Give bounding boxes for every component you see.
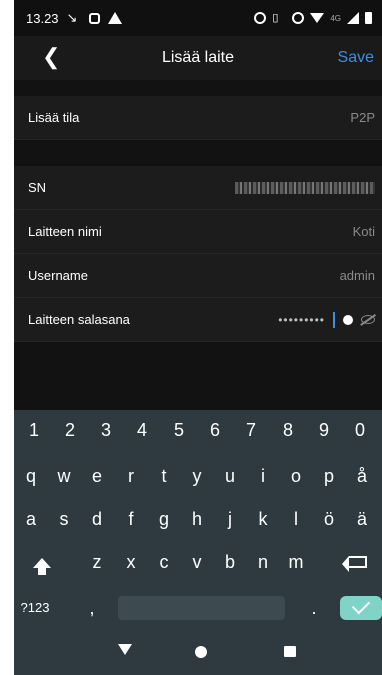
key-4[interactable]: 4	[126, 412, 158, 448]
add-mode-row[interactable]: Lisää tila P2P	[14, 96, 382, 140]
key-l[interactable]: l	[280, 501, 312, 537]
key-auml[interactable]: ä	[346, 501, 378, 537]
phone-screen: 13.23 ↘ ▯ 4G ❮ Lisää laite Save Lisää ti…	[14, 0, 382, 675]
key-7[interactable]: 7	[235, 412, 267, 448]
key-j[interactable]: j	[214, 501, 246, 537]
system-nav-bar	[14, 630, 382, 675]
comma-key[interactable]: ,	[76, 590, 108, 626]
key-u[interactable]: u	[214, 458, 246, 494]
password-label: Laitteen salasana	[28, 312, 130, 327]
username-row[interactable]: Username admin	[14, 254, 382, 298]
key-n[interactable]: n	[247, 544, 279, 580]
password-mask: •••••••••	[278, 312, 325, 327]
key-m[interactable]: m	[280, 544, 312, 580]
app-header: ❮ Lisää laite Save	[14, 36, 382, 80]
key-2[interactable]: 2	[54, 412, 86, 448]
sn-value-redacted	[235, 181, 375, 194]
key-5[interactable]: 5	[163, 412, 195, 448]
save-button[interactable]: Save	[338, 49, 374, 67]
text-cursor	[333, 311, 335, 328]
key-s[interactable]: s	[48, 501, 80, 537]
sn-row[interactable]: SN	[14, 166, 382, 210]
period-key[interactable]: .	[298, 590, 330, 626]
key-aring[interactable]: å	[346, 458, 378, 494]
symbols-key[interactable]: ?123	[16, 590, 54, 626]
key-d[interactable]: d	[81, 501, 113, 537]
status-time: 13.23	[26, 10, 59, 26]
status-bar: 13.23 ↘ ▯ 4G	[14, 0, 382, 36]
key-a[interactable]: a	[15, 501, 47, 537]
bottom-row: ?123 , .	[14, 590, 382, 626]
page-title: Lisää laite	[161, 49, 235, 66]
key-p[interactable]: p	[313, 458, 345, 494]
vibrate-icon: ▯	[272, 12, 279, 24]
nav-back-icon[interactable]	[118, 644, 132, 655]
key-k[interactable]: k	[247, 501, 279, 537]
key-h[interactable]: h	[181, 501, 213, 537]
key-x[interactable]: x	[115, 544, 147, 580]
key-w[interactable]: w	[48, 458, 80, 494]
shift-key[interactable]	[26, 544, 58, 580]
space-key[interactable]	[118, 596, 285, 620]
username-label: Username	[28, 268, 88, 283]
key-ouml[interactable]: ö	[313, 501, 345, 537]
alarm-icon	[254, 12, 267, 24]
network-type: 4G	[330, 13, 341, 23]
device-name-field[interactable]: Koti	[353, 224, 375, 239]
key-o[interactable]: o	[280, 458, 312, 494]
number-row: 1 2 3 4 5 6 7 8 9 0	[14, 412, 382, 448]
key-g[interactable]: g	[148, 501, 180, 537]
add-mode-value: P2P	[350, 110, 375, 125]
enter-key[interactable]	[340, 595, 382, 620]
key-r[interactable]: r	[115, 458, 147, 494]
add-mode-label: Lisää tila	[28, 110, 80, 125]
backspace-key[interactable]	[342, 544, 374, 580]
key-v[interactable]: v	[181, 544, 213, 580]
sn-label: SN	[28, 180, 47, 195]
key-c[interactable]: c	[148, 544, 180, 580]
key-b[interactable]: b	[214, 544, 246, 580]
backspace-icon	[342, 556, 367, 572]
key-i[interactable]: i	[247, 458, 279, 494]
nav-recents-icon[interactable]	[284, 646, 296, 657]
key-y[interactable]: y	[181, 458, 213, 494]
letter-row-1: q w e r t y u i o p å	[14, 458, 382, 494]
key-6[interactable]: 6	[199, 412, 231, 448]
key-f[interactable]: f	[115, 501, 147, 537]
shift-icon	[33, 558, 51, 575]
section-gap	[14, 140, 382, 166]
username-field[interactable]: admin	[340, 268, 375, 283]
do-not-disturb-icon	[292, 12, 305, 24]
key-e[interactable]: e	[81, 458, 113, 494]
key-z[interactable]: z	[81, 544, 113, 580]
check-icon	[351, 595, 371, 615]
signal-icon	[347, 12, 359, 24]
section-gap	[14, 80, 382, 96]
cursor-handle-icon[interactable]	[343, 314, 353, 325]
password-field[interactable]: •••••••••	[278, 311, 375, 328]
key-0[interactable]: 0	[344, 412, 376, 448]
key-1[interactable]: 1	[18, 412, 50, 448]
wifi-icon	[310, 13, 325, 23]
keyboard: 1 2 3 4 5 6 7 8 9 0 q w e r t y u i o p …	[14, 410, 382, 630]
letter-row-2: a s d f g h j k l ö ä	[14, 501, 382, 537]
drive-icon	[107, 12, 122, 24]
device-name-label: Laitteen nimi	[28, 224, 102, 239]
key-q[interactable]: q	[15, 458, 47, 494]
key-3[interactable]: 3	[90, 412, 122, 448]
key-8[interactable]: 8	[272, 412, 304, 448]
missed-call-icon: ↘	[66, 10, 78, 25]
letter-row-3: z x c v b n m	[14, 544, 382, 580]
key-t[interactable]: t	[148, 458, 180, 494]
key-9[interactable]: 9	[308, 412, 340, 448]
device-name-row[interactable]: Laitteen nimi Koti	[14, 210, 382, 254]
app-notification-icon	[88, 12, 100, 24]
password-row[interactable]: Laitteen salasana •••••••••	[14, 298, 382, 342]
battery-icon	[365, 12, 372, 24]
hide-password-icon[interactable]	[361, 315, 375, 324]
nav-home-icon[interactable]	[195, 646, 207, 658]
